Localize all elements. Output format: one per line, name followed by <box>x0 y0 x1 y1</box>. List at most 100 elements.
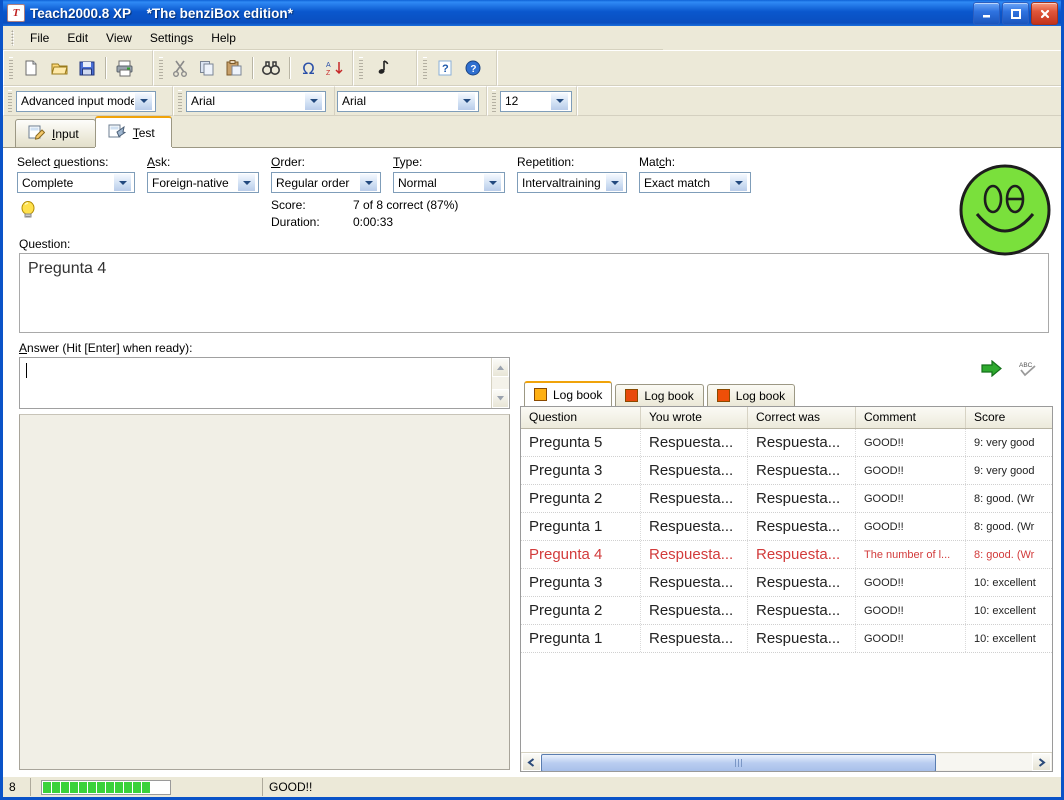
logbook-tab-1[interactable]: Log book <box>524 381 612 406</box>
chevron-down-icon-match[interactable] <box>729 173 748 192</box>
paste-icon[interactable] <box>221 54 248 82</box>
table-row[interactable]: Pregunta 5 Respuesta... Respuesta... GOO… <box>521 429 1052 457</box>
type-dropdown[interactable]: Normal <box>393 172 505 193</box>
chevron-down-icon[interactable] <box>134 92 153 111</box>
help-circle-icon[interactable]: ? <box>459 54 487 82</box>
save-disk-icon[interactable] <box>73 54 101 82</box>
table-body: Pregunta 5 Respuesta... Respuesta... GOO… <box>521 429 1052 752</box>
chevron-down-icon-ask[interactable] <box>237 173 256 192</box>
toolbar-separator-3 <box>289 57 291 79</box>
menu-grip[interactable] <box>11 30 14 46</box>
chevron-down-icon-type[interactable] <box>483 173 502 192</box>
new-icon[interactable] <box>17 54 45 82</box>
menu-edit[interactable]: Edit <box>58 28 97 48</box>
logbook-column: ABC Log book Log book Log book <box>520 357 1053 776</box>
cell-correct-was: Respuesta... <box>748 597 856 624</box>
toolbar-grip-2[interactable] <box>159 57 163 79</box>
lower-panels: ABC Log book Log book Log book <box>3 357 1061 776</box>
column-header-comment[interactable]: Comment <box>856 407 966 428</box>
copy-icon[interactable] <box>194 54 221 82</box>
format-grip-1[interactable] <box>8 90 12 112</box>
font-name-select-2[interactable]: Arial <box>337 91 479 112</box>
chevron-down-icon-3[interactable] <box>457 92 476 111</box>
minimize-button[interactable] <box>973 2 1000 25</box>
cell-you-wrote: Respuesta... <box>641 541 748 568</box>
print-icon[interactable] <box>111 54 139 82</box>
scrollbar-thumb[interactable] <box>541 754 936 772</box>
cell-you-wrote: Respuesta... <box>641 597 748 624</box>
repetition-dropdown[interactable]: Intervaltraining <box>517 172 627 193</box>
menu-settings[interactable]: Settings <box>141 28 202 48</box>
toolbar-grip-3[interactable] <box>359 57 363 79</box>
format-grip-3[interactable] <box>492 90 496 112</box>
scroll-down-button[interactable] <box>492 389 509 408</box>
input-mode-select[interactable]: Advanced input mode <box>16 91 156 112</box>
music-note-icon[interactable] <box>367 54 395 82</box>
font-size-select[interactable]: 12 <box>500 91 572 112</box>
table-row[interactable]: Pregunta 1 Respuesta... Respuesta... GOO… <box>521 625 1052 653</box>
chevron-down-icon-2[interactable] <box>304 92 323 111</box>
table-row[interactable]: Pregunta 1 Respuesta... Respuesta... GOO… <box>521 513 1052 541</box>
answer-scrollbar[interactable] <box>491 358 509 408</box>
format-grip-2[interactable] <box>178 90 182 112</box>
table-row[interactable]: Pregunta 2 Respuesta... Respuesta... GOO… <box>521 597 1052 625</box>
toolbar-grip-4[interactable] <box>423 57 427 79</box>
menu-view[interactable]: View <box>97 28 141 48</box>
note-pencil-icon <box>28 124 45 143</box>
sort-az-icon[interactable]: AZ <box>322 54 349 82</box>
cell-correct-was: Respuesta... <box>748 457 856 484</box>
scroll-left-button[interactable] <box>522 753 541 771</box>
cell-comment: The number of l... <box>856 541 966 568</box>
next-arrow-icon[interactable] <box>981 360 1003 380</box>
empty-work-area <box>19 414 510 770</box>
column-header-score[interactable]: Score <box>966 407 1052 428</box>
table-row[interactable]: Pregunta 3 Respuesta... Respuesta... GOO… <box>521 457 1052 485</box>
match-dropdown[interactable]: Exact match <box>639 172 751 193</box>
chevron-down-icon-4[interactable] <box>550 92 569 111</box>
chevron-down-icon-order[interactable] <box>359 173 378 192</box>
repetition-value: Intervaltraining <box>522 176 605 190</box>
logbook-tab-2[interactable]: Log book <box>615 384 703 406</box>
answer-input-box[interactable] <box>19 357 510 409</box>
cell-you-wrote: Respuesta... <box>641 569 748 596</box>
lightbulb-icon[interactable] <box>17 199 39 221</box>
cell-question: Pregunta 2 <box>521 597 641 624</box>
scroll-up-button[interactable] <box>492 358 509 377</box>
tab-input[interactable]: Input <box>15 119 96 147</box>
spellcheck-icon[interactable]: ABC <box>1017 359 1041 382</box>
scrollbar-track[interactable] <box>541 754 1032 770</box>
ask-dropdown[interactable]: Foreign-native <box>147 172 259 193</box>
toolbar-separator <box>105 57 107 79</box>
table-row[interactable]: Pregunta 2 Respuesta... Respuesta... GOO… <box>521 485 1052 513</box>
maximize-button[interactable] <box>1002 2 1029 25</box>
chevron-down-icon-sq[interactable] <box>113 173 132 192</box>
close-button[interactable] <box>1031 2 1058 25</box>
column-header-correct-was[interactable]: Correct was <box>748 407 856 428</box>
scroll-right-button[interactable] <box>1032 753 1051 771</box>
column-header-question[interactable]: Question <box>521 407 641 428</box>
open-folder-icon[interactable] <box>45 54 73 82</box>
find-binoculars-icon[interactable] <box>258 54 285 82</box>
chevron-down-icon-rep[interactable] <box>605 173 624 192</box>
menu-help[interactable]: Help <box>202 28 245 48</box>
tab-test[interactable]: Test <box>95 116 172 147</box>
status-progress-cell <box>31 778 263 796</box>
omega-symbol-icon[interactable]: Ω <box>295 54 322 82</box>
order-dropdown[interactable]: Regular order <box>271 172 381 193</box>
setting-select-questions: Select questions: Complete <box>17 155 135 193</box>
answer-input[interactable] <box>20 358 491 408</box>
window-title-main: Teach2000.8 XP <box>30 6 131 21</box>
logbook-horizontal-scrollbar[interactable] <box>521 752 1052 771</box>
logbook-tab-3[interactable]: Log book <box>707 384 795 406</box>
table-row[interactable]: Pregunta 3 Respuesta... Respuesta... GOO… <box>521 569 1052 597</box>
cut-scissors-icon[interactable] <box>167 54 194 82</box>
table-row-error[interactable]: Pregunta 4 Respuesta... Respuesta... The… <box>521 541 1052 569</box>
cell-correct-was: Respuesta... <box>748 625 856 652</box>
menu-file[interactable]: File <box>21 28 58 48</box>
toolbar-grip[interactable] <box>9 57 13 79</box>
column-header-you-wrote[interactable]: You wrote <box>641 407 748 428</box>
select-questions-dropdown[interactable]: Complete <box>17 172 135 193</box>
help-document-icon[interactable]: ? <box>431 54 459 82</box>
svg-text:?: ? <box>442 63 449 75</box>
font-name-select-1[interactable]: Arial <box>186 91 326 112</box>
